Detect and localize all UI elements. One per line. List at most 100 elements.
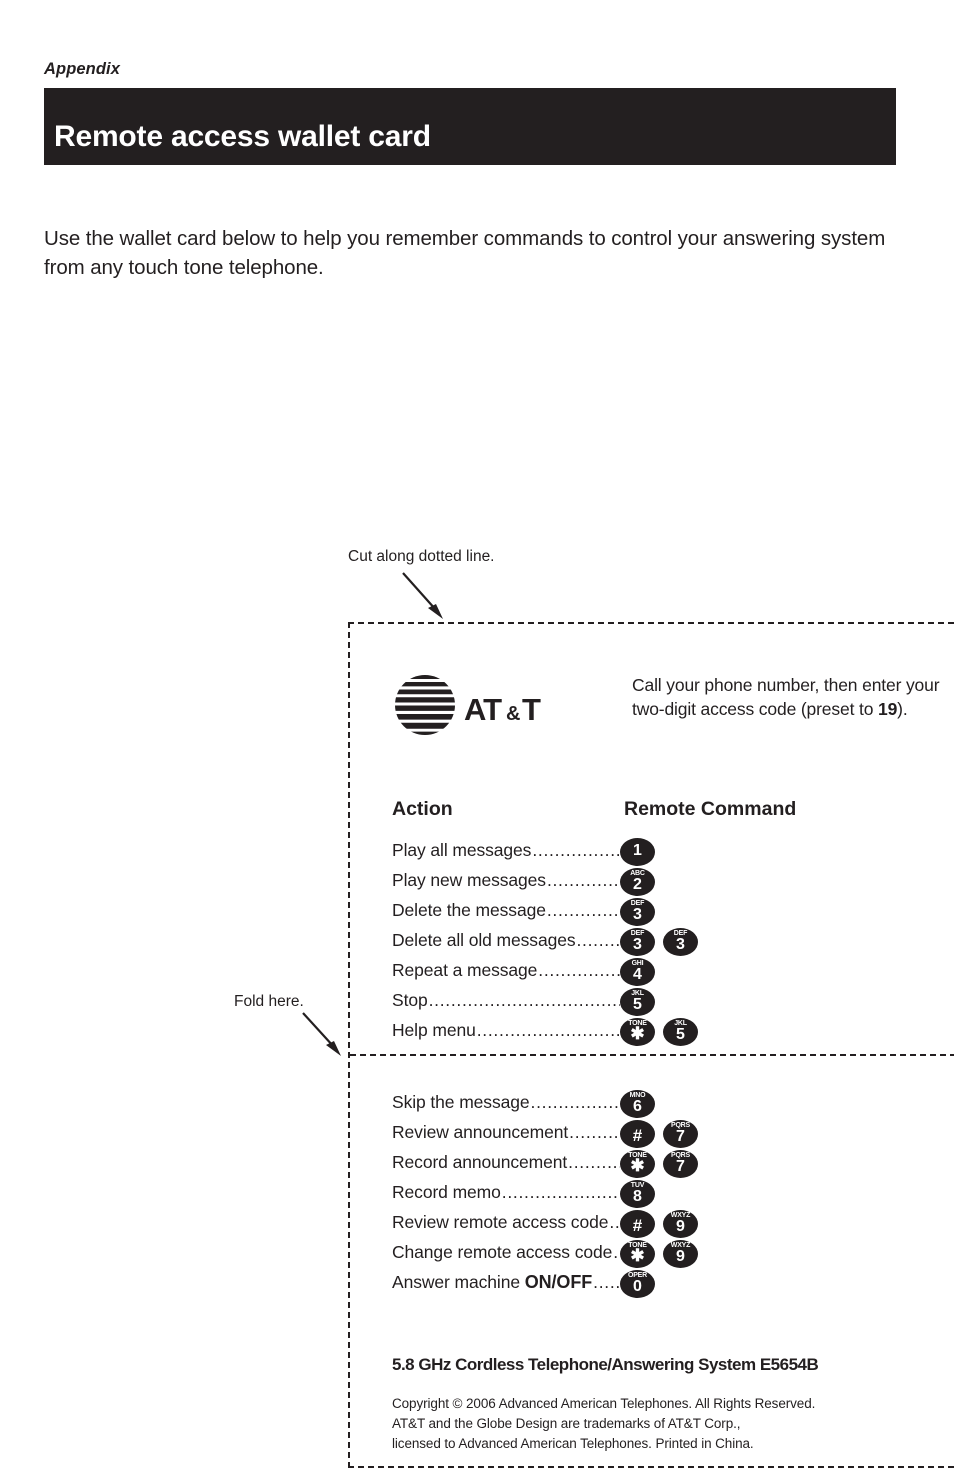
action-text: Play all messages [392,840,532,860]
phone-key-pound: # [620,1120,655,1148]
command-row: Review announcement.....................… [392,1120,912,1150]
phone-key-3: DEF 3 [663,928,698,956]
fold-dashed-line [350,1054,954,1056]
phone-key-digit: 8 [633,1188,642,1205]
copyright-line: Copyright © 2006 Advanced American Telep… [392,1396,816,1411]
page-title: Remote access wallet card [54,120,431,153]
remote-command-keys: MNO 6 [620,1090,655,1118]
phone-key-6: MNO 6 [620,1090,655,1118]
action-label: Record announcement.....................… [392,1152,620,1173]
action-text: Answer machine ON/OFF [392,1272,593,1292]
action-label: Review announcement.....................… [392,1122,620,1143]
action-text: Play new messages [392,870,546,890]
remote-command-keys: TONE ✱ JKL 5 [620,1018,698,1046]
phone-key-star: TONE ✱ [620,1018,655,1046]
leader-dots: ........................................… [576,930,621,950]
leader-dots: ........................................… [530,1092,620,1112]
leader-dots: ........................................… [501,1182,620,1202]
phone-key-digit: 9 [676,1248,685,1265]
phone-key-5: JKL 5 [663,1018,698,1046]
leader-dots: ........................................… [546,900,620,920]
phone-key-7: PQRS 7 [663,1120,698,1148]
command-rows-bottom: Skip the message........................… [392,1090,912,1300]
command-row: Record memo.............................… [392,1180,912,1210]
phone-key-9: WXYZ 9 [663,1210,698,1238]
phone-key-digit: 7 [676,1128,685,1145]
leader-dots: ........................................… [569,1122,620,1142]
remote-command-keys: GHI 4 [620,958,655,986]
remote-command-keys: TONE ✱ WXYZ 9 [620,1240,698,1268]
command-row: Repeat a message........................… [392,958,912,988]
remote-command-keys: # WXYZ 9 [620,1210,698,1238]
phone-key-2: ABC 2 [620,868,655,896]
phone-key-4: GHI 4 [620,958,655,986]
command-row: Review remote access code...............… [392,1210,912,1240]
command-row: Help menu...............................… [392,1018,912,1048]
action-label: Delete the message......................… [392,900,620,921]
action-text: Skip the message [392,1092,530,1112]
phone-key-digit: 5 [633,996,642,1013]
action-label: Record memo.............................… [392,1182,620,1203]
remote-command-keys: DEF 3 DEF 3 [620,928,698,956]
phone-key-star: TONE ✱ [620,1240,655,1268]
heading-remote-command: Remote Command [624,798,797,820]
leader-dots: ........................................… [532,840,620,860]
action-text: Change remote access code [392,1242,613,1262]
phone-key-3: DEF 3 [620,898,655,926]
action-label: Answer machine ON/OFF...................… [392,1272,620,1293]
remote-command-keys: TUV 8 [620,1180,655,1208]
remote-command-keys: ABC 2 [620,868,655,896]
call-instruction-suffix: ). [897,698,908,719]
copyright-notice: Copyright © 2006 Advanced American Telep… [392,1394,815,1454]
command-row: Play new messages.......................… [392,868,912,898]
action-text: Stop [392,990,428,1010]
leader-dots: ........................................… [609,1212,620,1232]
phone-key-3: DEF 3 [620,928,655,956]
remote-command-keys: DEF 3 [620,898,655,926]
command-row: Answer machine ON/OFF...................… [392,1270,912,1300]
card-header: AT & T Call your phone number, then ente… [394,674,940,750]
action-label: Review remote access code...............… [392,1212,620,1233]
leader-dots: ........................................… [428,990,620,1010]
command-row: Skip the message........................… [392,1090,912,1120]
phone-key-digit: 5 [676,1026,685,1043]
action-text: Review announcement [392,1122,569,1142]
action-text: Review remote access code [392,1212,609,1232]
fold-arrow-icon [302,1012,341,1056]
remote-command-keys: TONE ✱ PQRS 7 [620,1150,698,1178]
action-label: Delete all old messages.................… [392,930,620,951]
phone-key-digit: ✱ [630,1024,645,1043]
phone-key-digit: ✱ [630,1246,645,1265]
leader-dots: ........................................… [593,1272,620,1292]
command-rows-top: Play all messages.......................… [392,838,912,1048]
phone-key-star: TONE ✱ [620,1150,655,1178]
command-row: Delete all old messages.................… [392,928,912,958]
intro-paragraph: Use the wallet card below to help you re… [44,227,886,279]
phone-key-digit: # [632,1126,643,1145]
phone-key-digit: 6 [633,1098,642,1115]
action-text: Help menu [392,1020,476,1040]
action-text-emphasis: ON/OFF [524,1272,593,1292]
action-label: Stop....................................… [392,990,620,1011]
action-text: Repeat a message [392,960,538,980]
phone-key-digit: 3 [676,936,685,953]
call-instruction: Call your phone number, then enter your … [632,674,954,721]
leader-dots: ........................................… [538,960,620,980]
svg-text:T: T [522,692,541,727]
phone-key-digit: 3 [633,906,642,923]
phone-key-digit: 7 [676,1158,685,1175]
product-model-line: 5.8 GHz Cordless Telephone/Answering Sys… [392,1355,819,1374]
svg-text:AT: AT [464,692,502,727]
action-label: Help menu...............................… [392,1020,620,1041]
remote-command-keys: # PQRS 7 [620,1120,698,1148]
phone-key-9: WXYZ 9 [663,1240,698,1268]
phone-key-digit: 4 [633,966,642,983]
phone-key-1: 1 [620,838,655,866]
phone-key-5: JKL 5 [620,988,655,1016]
heading-action: Action [392,798,453,820]
phone-key-digit: 0 [633,1278,642,1295]
action-text: Delete the message [392,900,546,920]
leader-dots: ........................................… [613,1242,620,1262]
action-label: Change remote access code...............… [392,1242,620,1263]
command-row: Delete the message......................… [392,898,912,928]
